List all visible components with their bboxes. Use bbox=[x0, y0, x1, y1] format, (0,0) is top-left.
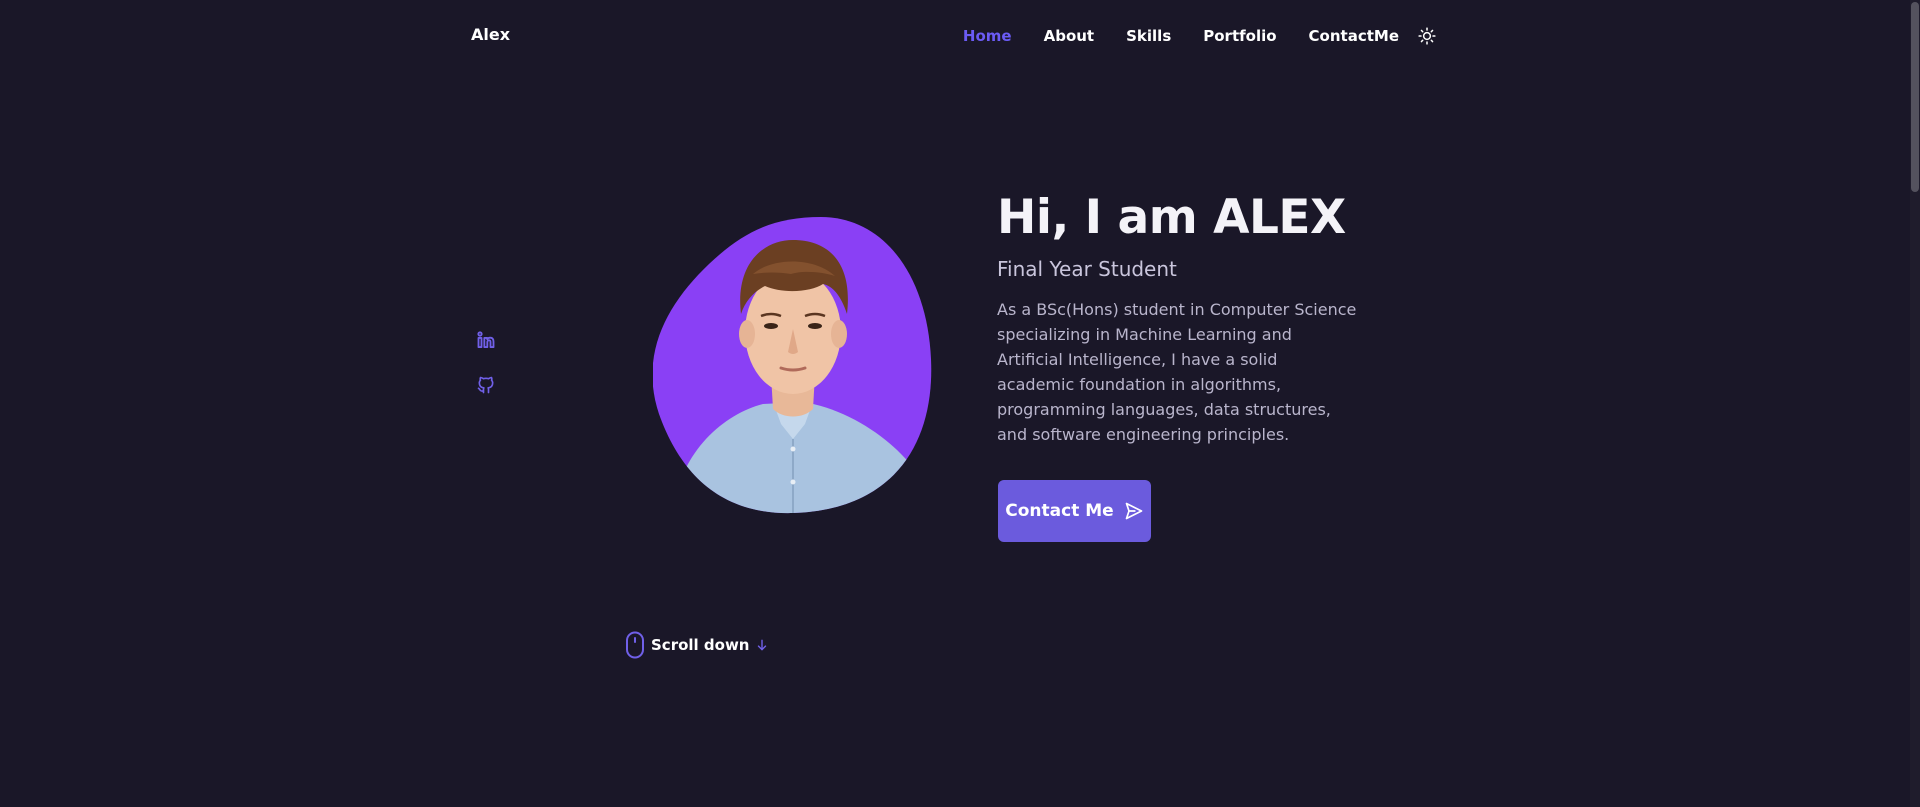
hero-subtitle: Final Year Student bbox=[997, 257, 1177, 281]
scrollbar[interactable] bbox=[1910, 0, 1920, 807]
nav-about[interactable]: About bbox=[1044, 25, 1095, 47]
scrollbar-thumb[interactable] bbox=[1911, 2, 1919, 192]
send-icon bbox=[1124, 501, 1144, 521]
contact-me-button[interactable]: Contact Me bbox=[998, 480, 1151, 542]
brand-logo[interactable]: Alex bbox=[471, 25, 510, 44]
profile-photo bbox=[653, 214, 933, 514]
arrow-down-icon bbox=[755, 638, 769, 652]
nav-skills[interactable]: Skills bbox=[1126, 25, 1171, 47]
social-links bbox=[474, 328, 498, 418]
github-icon[interactable] bbox=[474, 373, 498, 397]
hero-text: Hi, I am ALEX Final Year Student As a BS… bbox=[997, 187, 1357, 447]
hero-description: As a BSc(Hons) student in Computer Scien… bbox=[997, 300, 1357, 444]
nav-portfolio[interactable]: Portfolio bbox=[1203, 25, 1276, 47]
contact-me-label: Contact Me bbox=[1005, 501, 1114, 521]
scroll-down-label: Scroll down bbox=[651, 636, 750, 654]
main-nav: Home About Skills Portfolio ContactMe bbox=[931, 25, 1437, 47]
nav-home[interactable]: Home bbox=[963, 25, 1012, 47]
linkedin-icon[interactable] bbox=[474, 328, 498, 352]
scroll-down-link[interactable]: Scroll down bbox=[625, 631, 769, 659]
nav-contactme[interactable]: ContactMe bbox=[1309, 25, 1399, 47]
page: Alex Home About Skills Portfolio Contact… bbox=[0, 0, 1920, 807]
sun-icon[interactable] bbox=[1417, 26, 1437, 46]
mouse-icon bbox=[625, 631, 645, 659]
hero-title: Hi, I am ALEX bbox=[997, 190, 1346, 245]
header: Alex Home About Skills Portfolio Contact… bbox=[0, 0, 1910, 72]
